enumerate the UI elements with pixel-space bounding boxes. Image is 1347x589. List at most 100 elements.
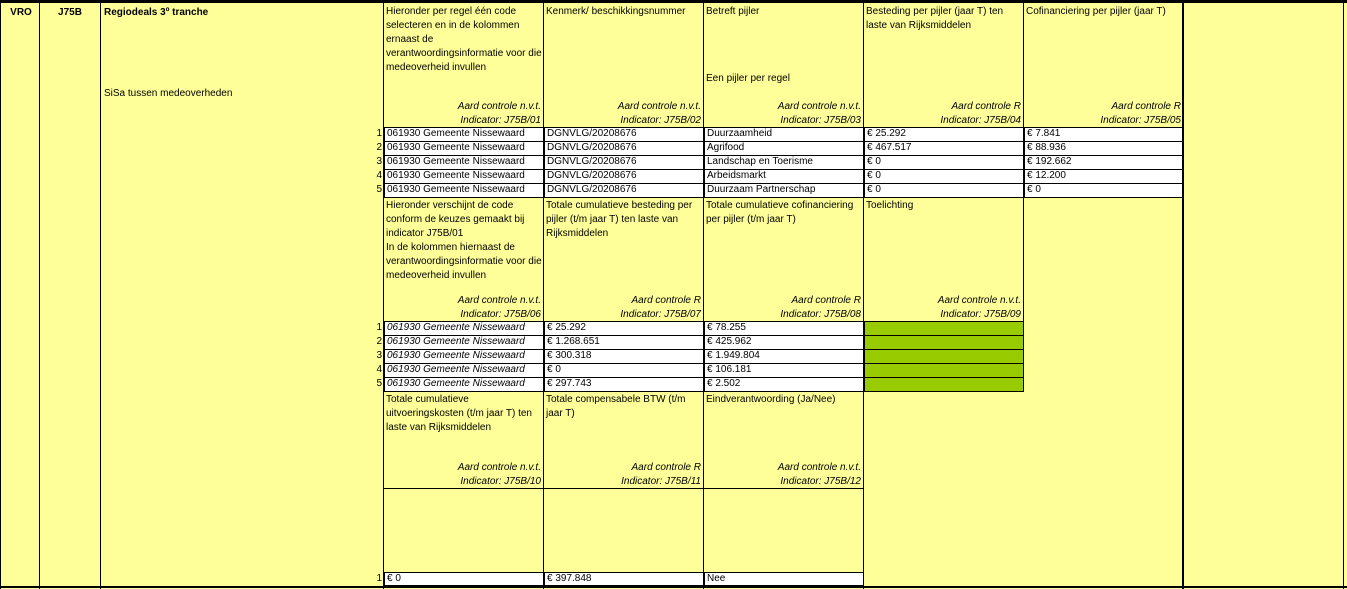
b2-code-cell[interactable]: 061930 Gemeente Nissewaard (384, 335, 545, 350)
b1-control-5: Aard controle R (1111, 101, 1181, 112)
grid-line (0, 0, 1347, 3)
column-b-label: J75B (58, 7, 82, 18)
b2-code-cell[interactable]: 061930 Gemeente Nissewaard (384, 321, 545, 336)
b2-besteding-cell[interactable]: € 1.268.651 (544, 335, 705, 350)
grid-line (384, 488, 864, 489)
b1-cofin-cell[interactable]: € 7.841 (1024, 127, 1184, 142)
b3-control-1: Aard controle n.v.t. (457, 462, 541, 473)
b1-besteding-cell[interactable]: € 0 (864, 155, 1025, 170)
b1-row-number: 3 (376, 156, 382, 167)
b3-uitvoering-input[interactable]: € 0 (384, 572, 545, 586)
b1-kenmerk-cell[interactable]: DGNVLG/20208676 (544, 169, 705, 184)
b3-control-2: Aard controle R (631, 462, 701, 473)
b2-indicator-2: Indicator: J75B/07 (620, 309, 701, 320)
b2-toelichting-cell[interactable] (864, 363, 1024, 378)
grid-line (703, 0, 704, 200)
grid-line (1182, 0, 1184, 589)
grid-line (1023, 196, 1024, 392)
b1-pijler-cell[interactable]: Duurzaam Partnerschap (704, 183, 865, 198)
b2-cofin-cell[interactable]: € 425.962 (704, 335, 864, 350)
b3-header-btw: Totale compensabele BTW (t/m jaar T) (546, 394, 689, 419)
b1-header-besteding: Besteding per pijler (jaar T) ten laste … (866, 6, 1006, 31)
b3-btw-input[interactable]: € 397.848 (544, 572, 705, 586)
b1-control-1: Aard controle n.v.t. (457, 101, 541, 112)
b3-control-3: Aard controle n.v.t. (777, 462, 861, 473)
b3-indicator-2: Indicator: J75B/11 (621, 476, 701, 487)
b2-besteding-cell[interactable]: € 300.318 (544, 349, 705, 364)
b2-besteding-cell[interactable]: € 25.292 (544, 321, 705, 336)
b2-toelichting-cell[interactable] (864, 335, 1024, 350)
b1-code-cell[interactable]: 061930 Gemeente Nissewaard (384, 169, 545, 184)
b1-code-cell[interactable]: 061930 Gemeente Nissewaard (384, 141, 545, 156)
grid-line (703, 392, 704, 589)
b1-header-cofin: Cofinanciering per pijler (jaar T) (1026, 6, 1166, 17)
b1-code-cell[interactable]: 061930 Gemeente Nissewaard (384, 183, 545, 198)
b2-code-cell[interactable]: 061930 Gemeente Nissewaard (384, 377, 545, 392)
b2-control-2: Aard controle R (631, 295, 701, 306)
b1-pijler-cell[interactable]: Agrifood (704, 141, 865, 156)
grid-line (39, 0, 40, 589)
b3-eind-input[interactable]: Nee (704, 572, 864, 586)
b2-code-cell[interactable]: 061930 Gemeente Nissewaard (384, 349, 545, 364)
b1-header-pijler: Betreft pijler (706, 6, 760, 17)
b1-pillar-note: Een pijler per regel (706, 73, 790, 84)
b1-besteding-cell[interactable]: € 0 (864, 169, 1025, 184)
b2-control-4: Aard controle n.v.t. (937, 295, 1021, 306)
b2-besteding-cell[interactable]: € 297.743 (544, 377, 705, 392)
b2-cofin-cell[interactable]: € 2.502 (704, 377, 864, 392)
b1-header-code: Hieronder per regel één code selecteren … (386, 6, 542, 73)
b2-row-number: 2 (376, 336, 382, 347)
b3-row-number: 1 (376, 573, 382, 584)
b2-row-number: 3 (376, 350, 382, 361)
grid-line (543, 0, 544, 200)
b1-besteding-cell[interactable]: € 0 (864, 183, 1025, 198)
b1-indicator-3: Indicator: J75B/03 (780, 115, 861, 126)
b1-row-number: 4 (376, 170, 382, 181)
b1-pijler-cell[interactable]: Arbeidsmarkt (704, 169, 865, 184)
b2-indicator-3: Indicator: J75B/08 (780, 309, 861, 320)
grid-line (1023, 0, 1024, 200)
b2-indicator-4: Indicator: J75B/09 (940, 309, 1021, 320)
b2-header-toelichting: Toelichting (866, 200, 914, 211)
grid-line (703, 196, 704, 392)
b1-cofin-cell[interactable]: € 88.936 (1024, 141, 1184, 156)
b1-row-number: 5 (376, 184, 382, 195)
b1-control-3: Aard controle n.v.t. (777, 101, 861, 112)
b2-toelichting-cell[interactable] (864, 377, 1024, 392)
b2-indicator-1: Indicator: J75B/06 (460, 309, 541, 320)
b1-cofin-cell[interactable]: € 12.200 (1024, 169, 1184, 184)
b3-indicator-1: Indicator: J75B/10 (460, 476, 541, 487)
b1-indicator-2: Indicator: J75B/02 (620, 115, 701, 126)
b1-besteding-cell[interactable]: € 25.292 (864, 127, 1025, 142)
b2-control-3: Aard controle R (791, 295, 861, 306)
b1-kenmerk-cell[interactable]: DGNVLG/20208676 (544, 127, 705, 142)
b2-header-code: Hieronder verschijnt de code conform de … (386, 200, 542, 281)
grid-line (1343, 0, 1344, 589)
grid-line (383, 0, 384, 589)
b1-pijler-cell[interactable]: Duurzaamheid (704, 127, 865, 142)
b2-cofin-cell[interactable]: € 106.181 (704, 363, 864, 378)
b3-indicator-3: Indicator: J75B/12 (780, 476, 861, 487)
b1-kenmerk-cell[interactable]: DGNVLG/20208676 (544, 141, 705, 156)
b1-cofin-cell[interactable]: € 192.662 (1024, 155, 1184, 170)
column-a-label: VRO (10, 7, 32, 18)
b1-cofin-cell[interactable]: € 0 (1024, 183, 1184, 198)
b2-header-cofin: Totale cumulatieve cofinanciering per pi… (706, 200, 857, 225)
b1-kenmerk-cell[interactable]: DGNVLG/20208676 (544, 183, 705, 198)
b2-cofin-cell[interactable]: € 1.949.804 (704, 349, 864, 364)
b2-besteding-cell[interactable]: € 0 (544, 363, 705, 378)
grid-line (0, 586, 1347, 588)
b2-toelichting-cell[interactable] (864, 349, 1024, 364)
b1-pijler-cell[interactable]: Landschap en Toerisme (704, 155, 865, 170)
b2-control-1: Aard controle n.v.t. (457, 295, 541, 306)
b2-cofin-cell[interactable]: € 78.255 (704, 321, 864, 336)
b2-toelichting-cell[interactable] (864, 321, 1024, 336)
b1-code-cell[interactable]: 061930 Gemeente Nissewaard (384, 127, 545, 142)
b2-code-cell[interactable]: 061930 Gemeente Nissewaard (384, 363, 545, 378)
grid-line (543, 196, 544, 392)
grid-line (543, 392, 544, 589)
b1-besteding-cell[interactable]: € 467.517 (864, 141, 1025, 156)
b1-kenmerk-cell[interactable]: DGNVLG/20208676 (544, 155, 705, 170)
b1-code-cell[interactable]: 061930 Gemeente Nissewaard (384, 155, 545, 170)
b1-row-number: 2 (376, 142, 382, 153)
